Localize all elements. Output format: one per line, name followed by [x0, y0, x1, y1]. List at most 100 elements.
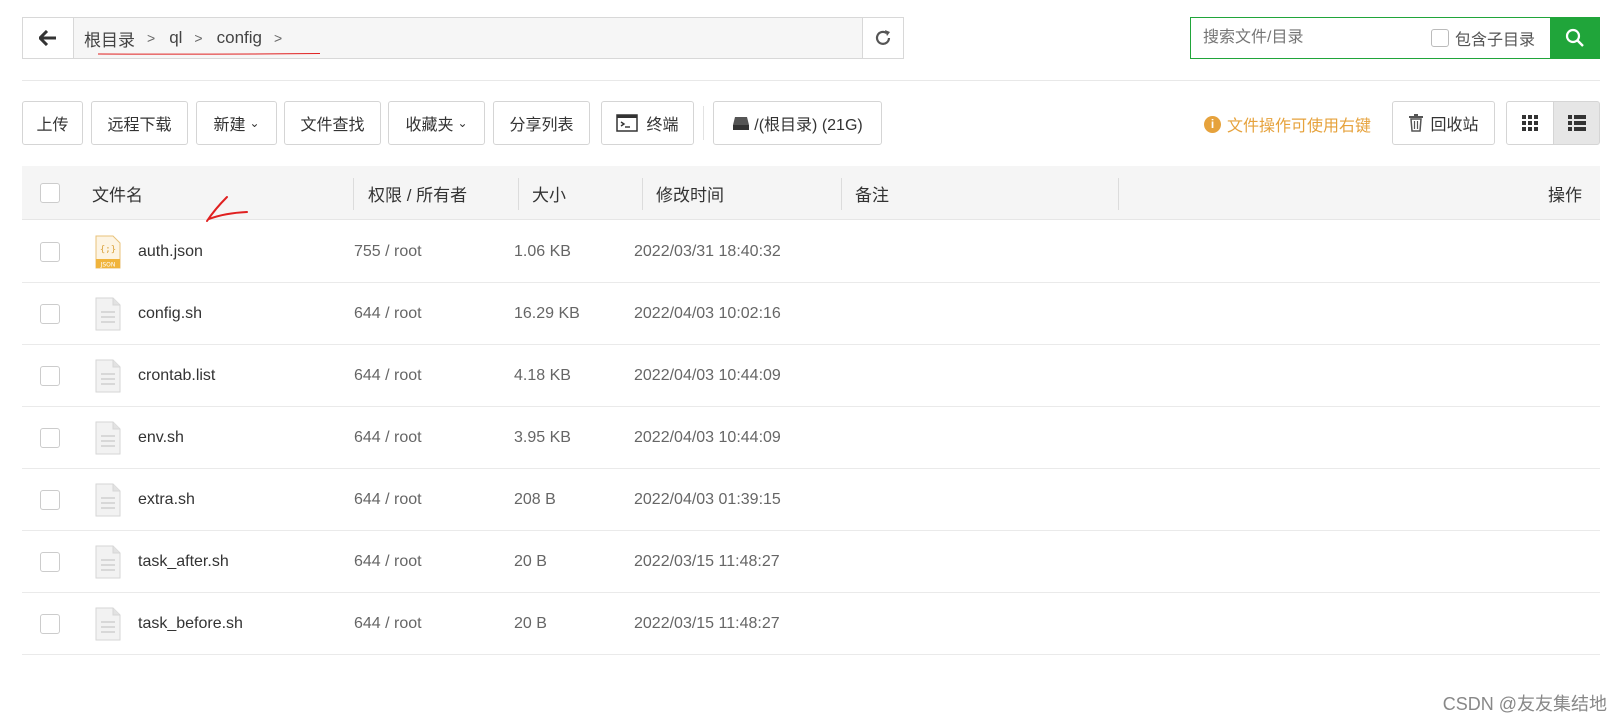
refresh-icon: [875, 30, 891, 45]
file-permission: 644 / root: [354, 367, 422, 384]
header-label: 修改时间: [656, 185, 724, 205]
file-mtime: 2022/03/15 11:48:27: [634, 553, 780, 570]
file-permission: 644 / root: [354, 491, 422, 508]
file-name[interactable]: auth.json: [138, 221, 203, 283]
json-file-icon: {;} JSON: [95, 235, 121, 269]
file-size: 20 B: [514, 615, 547, 632]
header-label: 操作: [1548, 185, 1582, 205]
column-header-action: 操作: [1548, 166, 1582, 220]
file-permission: 755 / root: [354, 243, 422, 260]
right-click-hint: i 文件操作可使用右键: [1204, 112, 1371, 136]
search-button[interactable]: [1550, 17, 1600, 59]
disk-button[interactable]: /(根目录) (21G): [713, 101, 882, 145]
column-divider[interactable]: [841, 178, 842, 210]
search-icon: [1565, 28, 1584, 47]
refresh-button[interactable]: [862, 18, 903, 58]
file-size: 20 B: [514, 553, 547, 570]
grid-view-icon: [1522, 115, 1538, 131]
file-name[interactable]: extra.sh: [138, 469, 195, 531]
breadcrumb-label: ql: [169, 28, 183, 47]
chevron-down-icon: ⌄: [457, 116, 468, 130]
column-header-size[interactable]: 大小: [532, 166, 566, 220]
table-row[interactable]: env.sh 644 / root 3.95 KB 2022/04/03 10:44:…: [22, 407, 1600, 469]
button-label: 新建: [213, 117, 246, 134]
file-search-button[interactable]: 文件查找: [284, 101, 381, 145]
list-view-button[interactable]: [1553, 101, 1600, 145]
new-dropdown-button[interactable]: 新建 ⌄: [196, 101, 277, 145]
breadcrumb-label: 根目录: [84, 30, 135, 50]
back-button[interactable]: [23, 18, 74, 58]
header-label: 大小: [532, 185, 566, 205]
button-label: /(根目录) (21G): [754, 117, 863, 134]
file-mtime: 2022/03/15 11:48:27: [634, 615, 780, 632]
column-header-mtime[interactable]: 修改时间: [656, 166, 724, 220]
table-row[interactable]: task_before.sh 644 / root 20 B 2022/03/15 1…: [22, 593, 1600, 655]
include-subdir-label: 包含子目录: [1455, 32, 1536, 49]
chevron-right-icon: >: [273, 30, 283, 46]
share-list-button[interactable]: 分享列表: [493, 101, 590, 145]
table-row[interactable]: task_after.sh 644 / root 20 B 2022/03/15 11…: [22, 531, 1600, 593]
text-file-icon: [95, 421, 121, 455]
recycle-bin-button[interactable]: 回收站: [1392, 101, 1495, 145]
table-row[interactable]: {;} JSON auth.json 755 / root 1.06 KB 2022/03…: [22, 221, 1600, 283]
arrow-left-icon: [39, 30, 56, 46]
svg-text:{;}: {;}: [100, 245, 116, 255]
search-input[interactable]: [1191, 18, 1421, 58]
text-file-icon: [95, 483, 121, 517]
column-header-permission[interactable]: 权限 / 所有者: [368, 166, 467, 220]
file-size: 208 B: [514, 491, 556, 508]
table-row[interactable]: extra.sh 644 / root 208 B 2022/04/03 01:39:…: [22, 469, 1600, 531]
file-permission: 644 / root: [354, 553, 422, 570]
text-file-icon: [95, 297, 121, 331]
file-name[interactable]: task_after.sh: [138, 531, 229, 593]
red-annotation-underline: [98, 53, 320, 55]
upload-button[interactable]: 上传: [22, 101, 83, 145]
file-mtime: 2022/04/03 10:02:16: [634, 305, 781, 322]
row-checkbox[interactable]: [40, 552, 60, 572]
row-checkbox[interactable]: [40, 428, 60, 448]
breadcrumb: 根目录 > ql > config >: [74, 18, 862, 58]
disk-icon: [733, 117, 750, 130]
text-file-icon: [95, 359, 121, 393]
favorites-dropdown-button[interactable]: 收藏夹 ⌄: [388, 101, 485, 145]
column-divider[interactable]: [642, 178, 643, 210]
include-subdir-checkbox[interactable]: [1431, 29, 1449, 47]
column-divider[interactable]: [518, 178, 519, 210]
column-divider[interactable]: [353, 178, 354, 210]
toolbar-separator: [703, 106, 704, 140]
file-name[interactable]: crontab.list: [138, 345, 215, 407]
column-divider[interactable]: [1118, 178, 1119, 210]
header-label: 文件名: [92, 185, 143, 205]
breadcrumb-config[interactable]: config >: [217, 28, 297, 48]
button-label: 文件查找: [300, 117, 365, 134]
breadcrumb-ql[interactable]: ql >: [169, 28, 216, 48]
chevron-right-icon: >: [147, 30, 156, 46]
button-label: 分享列表: [509, 117, 574, 134]
column-header-name[interactable]: 文件名: [92, 166, 143, 220]
grid-view-button[interactable]: [1506, 101, 1554, 145]
file-name[interactable]: env.sh: [138, 407, 184, 469]
row-checkbox[interactable]: [40, 614, 60, 634]
button-label: 收藏夹: [405, 117, 454, 134]
row-checkbox[interactable]: [40, 490, 60, 510]
file-mtime: 2022/04/03 01:39:15: [634, 491, 781, 508]
table-row[interactable]: config.sh 644 / root 16.29 KB 2022/04/03 10…: [22, 283, 1600, 345]
hint-text: 文件操作可使用右键: [1227, 118, 1372, 135]
select-all-checkbox[interactable]: [40, 183, 60, 203]
header-label: 备注: [855, 185, 889, 205]
info-icon: i: [1204, 115, 1221, 133]
row-checkbox[interactable]: [40, 304, 60, 324]
row-checkbox[interactable]: [40, 366, 60, 386]
file-mtime: 2022/03/31 18:40:32: [634, 243, 781, 260]
file-name[interactable]: config.sh: [138, 283, 202, 345]
file-size: 16.29 KB: [514, 305, 580, 322]
table-row[interactable]: crontab.list 644 / root 4.18 KB 2022/04/03 …: [22, 345, 1600, 407]
file-name[interactable]: task_before.sh: [138, 593, 243, 655]
include-subdir-toggle[interactable]: 包含子目录: [1431, 26, 1535, 50]
remote-download-button[interactable]: 远程下载: [91, 101, 188, 145]
breadcrumb-root[interactable]: 根目录 >: [84, 26, 169, 51]
terminal-icon: [616, 114, 639, 132]
row-checkbox[interactable]: [40, 242, 60, 262]
file-permission: 644 / root: [354, 615, 422, 632]
terminal-button[interactable]: 终端: [601, 101, 694, 145]
